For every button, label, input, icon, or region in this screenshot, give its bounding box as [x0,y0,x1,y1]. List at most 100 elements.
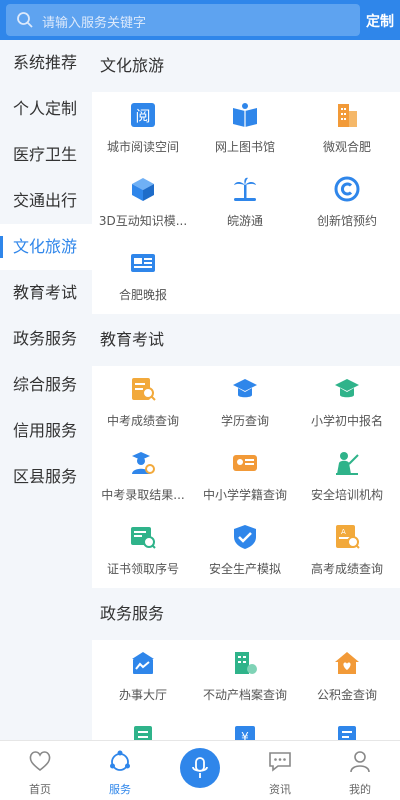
service-zhongkao-admission[interactable]: 中考录取结果... [92,440,194,514]
sidebar-item-culture[interactable]: 文化旅游 [0,224,92,270]
section-title-education: 教育考试 [92,314,400,366]
service-degree-query[interactable]: 学历查询 [194,366,296,440]
tab-services[interactable]: 服务 [80,741,160,800]
service-micro-hefei[interactable]: 微观合肥 [296,92,398,166]
service-label: 城市阅读空间 [106,140,179,154]
service-certificate-number[interactable]: 证书领取序号 [92,514,194,588]
palm-tree-icon [234,177,256,201]
service-safety-training[interactable]: 安全培训机构 [296,440,398,514]
bottom-tab-bar: 首页 服务 资讯 我的 [0,740,400,800]
newspaper-icon [131,254,155,272]
service-label: 合肥晚报 [118,288,167,302]
service-label: 中考录取结果... [101,488,185,502]
score-search-icon [132,378,156,401]
sidebar-item-credit[interactable]: 信用服务 [0,408,92,454]
service-safety-simulation[interactable]: 安全生产模拟 [194,514,296,588]
service-housing-fund[interactable]: 公积金查询 [296,640,398,714]
sidebar-item-medical[interactable]: 医疗卫生 [0,132,92,178]
service-label: 高考成绩查询 [310,562,383,576]
section-title-government: 政务服务 [92,588,400,640]
service-hefei-evening-news[interactable]: 合肥晚报 [92,240,194,314]
open-book-icon [233,103,257,127]
svg-text:¥: ¥ [241,730,249,740]
service-wanyoutong[interactable]: 皖游通 [194,166,296,240]
top-bar: 请输入服务关键字 定制 [0,0,400,40]
service-label: 创新馆预约 [316,214,377,228]
service-gaokao-score[interactable]: A 高考成绩查询 [296,514,398,588]
search-bar[interactable]: 请输入服务关键字 [6,4,360,36]
grad-cap-icon [233,379,257,398]
service-online-library[interactable]: 网上图书馆 [194,92,296,166]
sidebar-item-government[interactable]: 政务服务 [0,316,92,362]
category-sidebar: 系统推荐 个人定制 医疗卫生 交通出行 文化旅游 教育考试 政务服务 综合服务 … [0,40,92,740]
hall-icon [132,652,154,674]
service-label: 小学初中报名 [310,414,383,428]
section-title-culture: 文化旅游 [92,40,400,92]
sidebar-item-district[interactable]: 区县服务 [0,454,92,500]
custom-button[interactable]: 定制 [366,11,394,31]
sidebar-item-recommend[interactable]: 系统推荐 [0,40,92,86]
book-read-icon: 阅 [131,103,155,127]
service-service-hall[interactable]: 办事大厅 [92,640,194,714]
search-icon [17,12,33,28]
service-label: 皖游通 [226,214,263,228]
mic-icon [192,757,208,778]
teacher-icon [336,452,359,475]
svg-text:阅: 阅 [135,107,150,125]
service-property-archive[interactable]: 不动产档案查询 [194,640,296,714]
service-content: 文化旅游 阅 城市阅读空间 网上图书馆 微观合肥 3D互动知识模... 皖游通 … [92,40,400,740]
service-label: 安全培训机构 [310,488,383,502]
voice-button[interactable] [180,748,220,788]
service-item[interactable] [92,714,194,740]
service-item[interactable] [296,714,398,740]
service-label: 不动产档案查询 [202,688,287,702]
c-circle-icon [334,176,360,202]
section-culture: 阅 城市阅读空间 网上图书馆 微观合肥 3D互动知识模... 皖游通 创新馆预约… [92,92,400,314]
building-icon [338,104,357,127]
service-label: 3D互动知识模... [98,214,188,228]
svg-text:A: A [341,528,346,536]
service-item[interactable]: ¥ [194,714,296,740]
shield-check-icon [234,525,256,549]
user-icon [350,751,370,773]
property-icon [235,652,257,674]
student-icon [132,452,155,474]
service-city-reading[interactable]: 阅 城市阅读空间 [92,92,194,166]
tab-home[interactable]: 首页 [0,741,80,800]
blue-doc-icon [338,726,356,740]
id-card-icon [233,455,257,471]
service-label: 中小学学籍查询 [202,488,287,502]
certificate-icon [131,527,156,549]
tab-profile[interactable]: 我的 [320,741,400,800]
tab-label: 资讯 [269,783,291,796]
service-label: 办事大厅 [118,688,167,702]
green-doc-icon [134,726,152,740]
tab-label: 我的 [349,783,371,796]
service-icon [110,750,130,771]
yuan-icon: ¥ [235,726,255,740]
cube-icon [132,178,154,201]
sidebar-item-transport[interactable]: 交通出行 [0,178,92,224]
heart-icon [29,751,51,772]
service-label: 学历查询 [220,414,269,428]
search-placeholder: 请输入服务关键字 [42,16,147,31]
chat-icon [269,752,291,772]
tab-label: 首页 [29,783,51,796]
service-label: 安全生产模拟 [208,562,281,576]
service-label: 证书领取序号 [106,562,179,576]
service-school-enroll[interactable]: 小学初中报名 [296,366,398,440]
service-innovation-booking[interactable]: 创新馆预约 [296,166,398,240]
service-label: 网上图书馆 [214,140,275,154]
service-3d-knowledge[interactable]: 3D互动知识模... [92,166,194,240]
service-zhongkao-score[interactable]: 中考成绩查询 [92,366,194,440]
grad-cap-green-icon [335,379,359,398]
section-education: 中考成绩查询 学历查询 小学初中报名 中考录取结果... 中小学学籍查询 安全培… [92,366,400,588]
service-student-status[interactable]: 中小学学籍查询 [194,440,296,514]
service-label: 公积金查询 [316,688,377,702]
sidebar-item-education[interactable]: 教育考试 [0,270,92,316]
house-heart-icon [335,652,359,674]
doc-search-icon: A [336,525,360,549]
tab-news[interactable]: 资讯 [240,741,320,800]
sidebar-item-general[interactable]: 综合服务 [0,362,92,408]
sidebar-item-personal[interactable]: 个人定制 [0,86,92,132]
